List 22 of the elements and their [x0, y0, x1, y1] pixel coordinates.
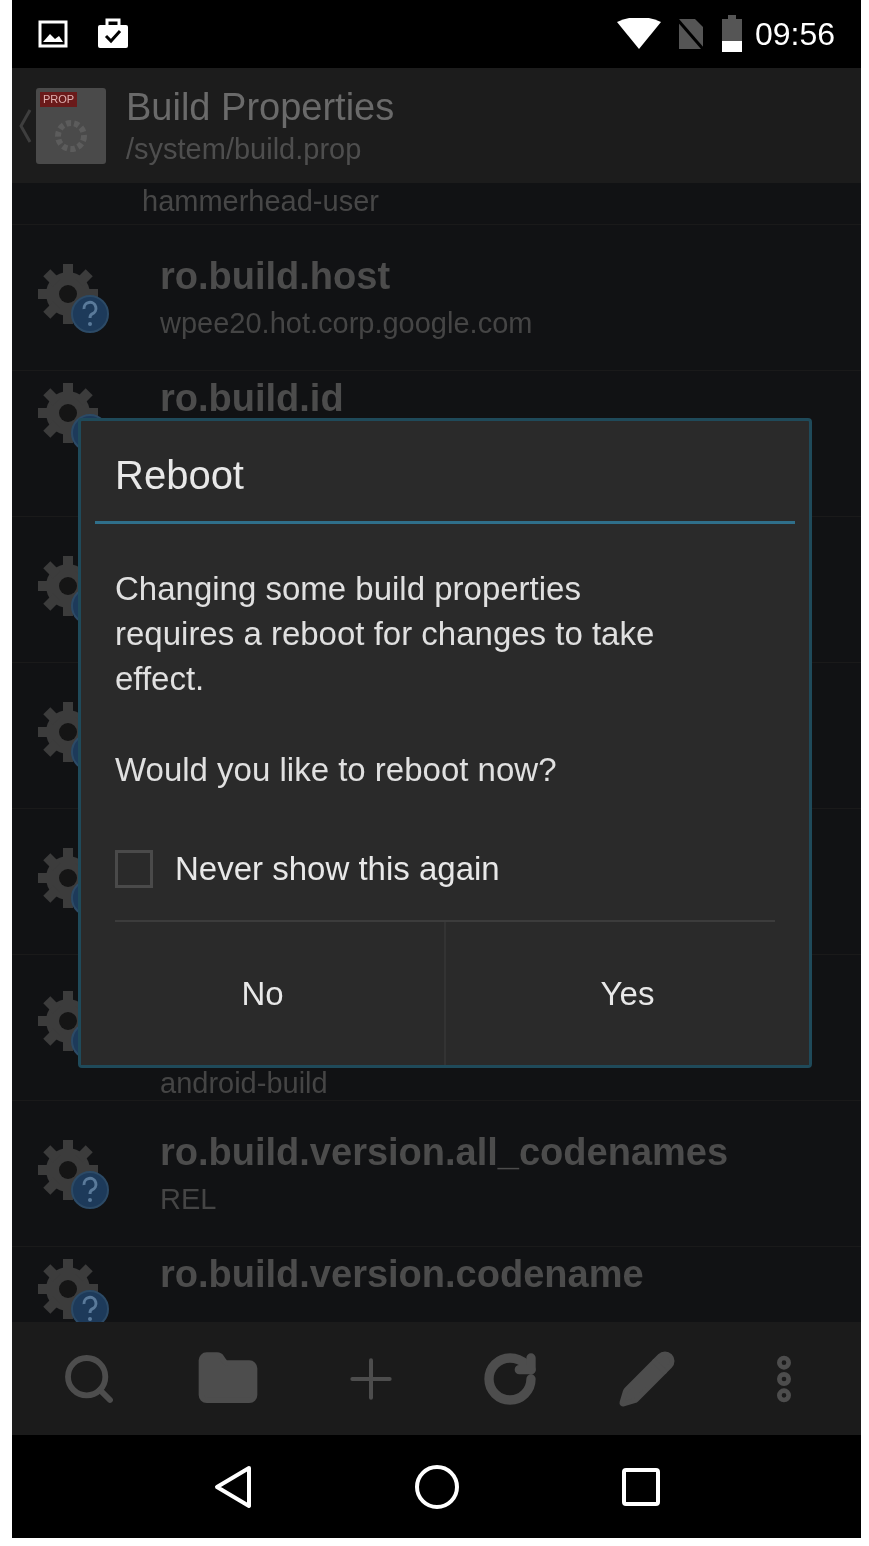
- recents-icon[interactable]: [620, 1466, 661, 1507]
- property-name: ro.build.host: [160, 257, 392, 295]
- image-icon: [38, 20, 68, 48]
- home-icon[interactable]: [413, 1463, 460, 1510]
- battery-icon: [720, 15, 743, 53]
- checkbox-label: Never show this again: [175, 849, 500, 889]
- wifi-icon: [616, 18, 661, 50]
- dialog-button[interactable]: Yes: [444, 921, 809, 1065]
- never-show-checkbox[interactable]: [115, 849, 153, 888]
- clock-time: 09:56: [754, 15, 835, 54]
- reboot-icon[interactable]: [481, 1350, 538, 1407]
- property-name: ro.build.version.codename: [160, 1255, 644, 1293]
- file-tag: PROP: [40, 91, 78, 107]
- back-icon[interactable]: [212, 1464, 253, 1509]
- property-name: ro.build.id: [160, 379, 344, 417]
- back-chevron-icon[interactable]: [18, 107, 32, 144]
- dialog-title: Reboot: [114, 452, 245, 499]
- dialog-question: Would you like to reboot now?: [114, 750, 558, 790]
- briefcase-check-icon: [96, 18, 130, 50]
- property-name: ro.build.version.all_codenames: [160, 1133, 729, 1171]
- dialog-message: Changing some build properties requires a reboot for changes to take effect.: [114, 569, 656, 699]
- app-title: Build Properties: [126, 84, 395, 130]
